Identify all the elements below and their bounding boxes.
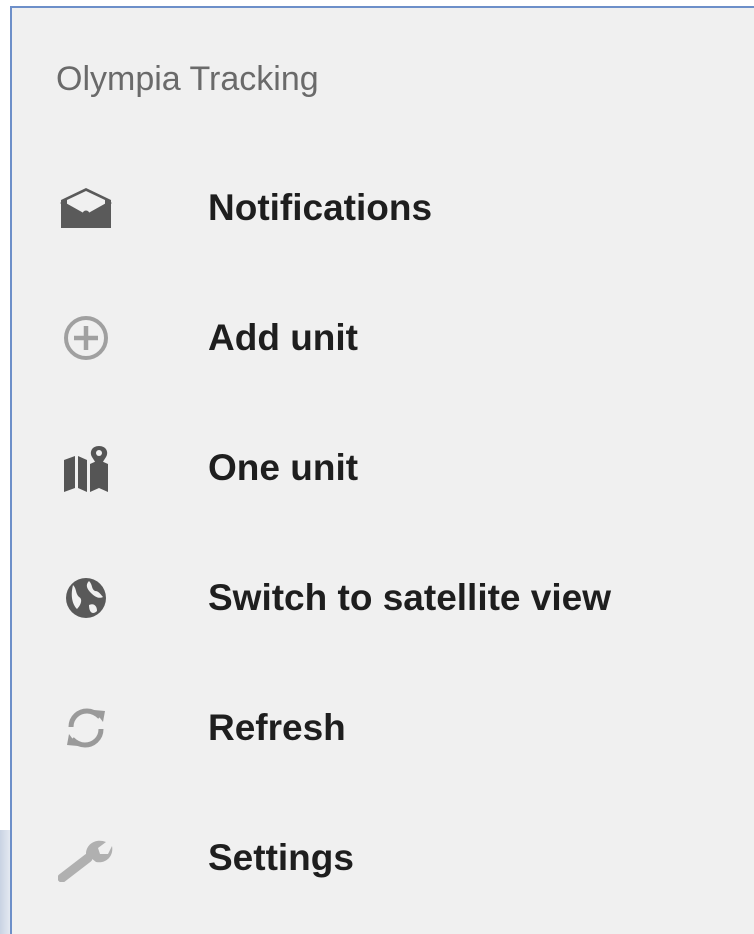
menu-label-satellite-view: Switch to satellite view <box>208 577 612 618</box>
add-circle-icon <box>56 308 116 368</box>
refresh-icon <box>56 698 116 758</box>
menu-item-satellite-view[interactable]: Switch to satellite view <box>12 543 754 653</box>
menu-label-one-unit: One unit <box>208 447 359 488</box>
menu-item-settings[interactable]: Settings <box>12 803 754 913</box>
wrench-icon <box>56 828 116 888</box>
menu-item-one-unit[interactable]: One unit <box>12 413 754 523</box>
menu-label-refresh: Refresh <box>208 707 346 748</box>
menu-item-refresh[interactable]: Refresh <box>12 673 754 783</box>
map-pin-icon <box>56 438 116 498</box>
menu-item-add-unit[interactable]: Add unit <box>12 283 754 393</box>
globe-icon <box>56 568 116 628</box>
app-title: Olympia Tracking <box>56 60 319 98</box>
menu-label-settings: Settings <box>208 837 354 878</box>
menu-label-add-unit: Add unit <box>208 317 359 358</box>
menu-item-notifications[interactable]: Notifications <box>12 153 754 263</box>
mail-open-icon <box>56 178 116 238</box>
menu-label-notifications: Notifications <box>208 187 433 228</box>
navigation-drawer: Olympia Tracking Notifications Add unit <box>10 6 754 934</box>
